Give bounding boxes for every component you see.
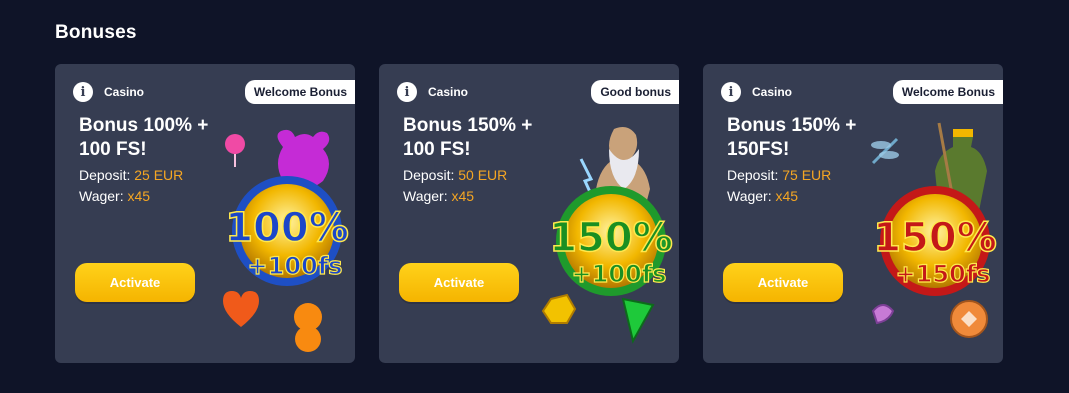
heart-candy-icon: [223, 291, 259, 327]
bonus-cards: i Casino Welcome Bonus Bonus 100% + 100 …: [55, 64, 1003, 363]
activate-button[interactable]: Activate: [399, 263, 519, 302]
wager-label: Wager:: [727, 188, 772, 204]
dragonfly-icon: [871, 137, 899, 165]
green-gem-icon: [621, 297, 655, 344]
deposit-label: Deposit:: [79, 167, 131, 183]
info-icon[interactable]: i: [721, 82, 741, 102]
bonus-card-1: i Casino Welcome Bonus Bonus 100% + 100 …: [55, 64, 355, 363]
deposit-value: 75 EUR: [782, 167, 832, 183]
section-title: Bonuses: [55, 22, 137, 43]
deposit-label: Deposit:: [727, 167, 779, 183]
wager-row: Wager: x45: [727, 188, 798, 204]
yellow-gem-icon: [541, 293, 577, 324]
card-category: Casino: [104, 85, 145, 99]
lollipop-icon: [225, 134, 245, 154]
deposit-value: 25 EUR: [134, 167, 184, 183]
bonus-card-2: i Casino Good bonus Bonus 150% + 100 FS!…: [379, 64, 679, 363]
bonus-title: Bonus 100% + 100 FS!: [79, 115, 209, 160]
card-header: i Casino: [397, 82, 468, 102]
bonus-art-candy: 100% +100fs: [223, 129, 350, 352]
card-category: Casino: [752, 85, 793, 99]
bonus-badge: Welcome Bonus: [244, 80, 355, 104]
wager-value: x45: [775, 188, 799, 204]
bonus-badge: Good bonus: [591, 80, 679, 104]
card-category: Casino: [428, 85, 469, 99]
info-icon[interactable]: i: [397, 82, 417, 102]
bonus-badge: Welcome Bonus: [892, 80, 1003, 104]
wager-row: Wager: x45: [79, 188, 150, 204]
art-freespins: +150fs: [896, 260, 991, 288]
art-percent: 100%: [225, 205, 349, 251]
activate-button[interactable]: Activate: [723, 263, 843, 302]
deposit-row: Deposit: 75 EUR: [727, 167, 831, 183]
card-header: i Casino: [73, 82, 144, 102]
wager-label: Wager:: [403, 188, 448, 204]
art-freespins: +100fs: [248, 252, 343, 280]
card-header: i Casino: [721, 82, 792, 102]
wager-row: Wager: x45: [403, 188, 474, 204]
bonus-title: Bonus 150% + 150FS!: [727, 115, 857, 160]
wager-label: Wager:: [79, 188, 124, 204]
bonus-title: Bonus 150% + 100 FS!: [403, 115, 533, 160]
bonus-card-3: i Casino Welcome Bonus Bonus 150% + 150F…: [703, 64, 1003, 363]
deposit-row: Deposit: 25 EUR: [79, 167, 183, 183]
art-freespins: +100fs: [572, 260, 667, 288]
deposit-row: Deposit: 50 EUR: [403, 167, 507, 183]
deposit-value: 50 EUR: [458, 167, 508, 183]
wager-value: x45: [451, 188, 475, 204]
activate-button[interactable]: Activate: [75, 263, 195, 302]
art-percent: 150%: [873, 215, 997, 261]
purple-rune-icon: [871, 304, 895, 325]
deposit-label: Deposit:: [403, 167, 455, 183]
info-icon[interactable]: i: [73, 82, 93, 102]
wager-value: x45: [127, 188, 151, 204]
bonus-art-zeus: 150% +100fs: [541, 127, 674, 344]
art-percent: 150%: [549, 215, 673, 261]
bonus-art-warrior: 150% +150fs: [871, 122, 998, 338]
